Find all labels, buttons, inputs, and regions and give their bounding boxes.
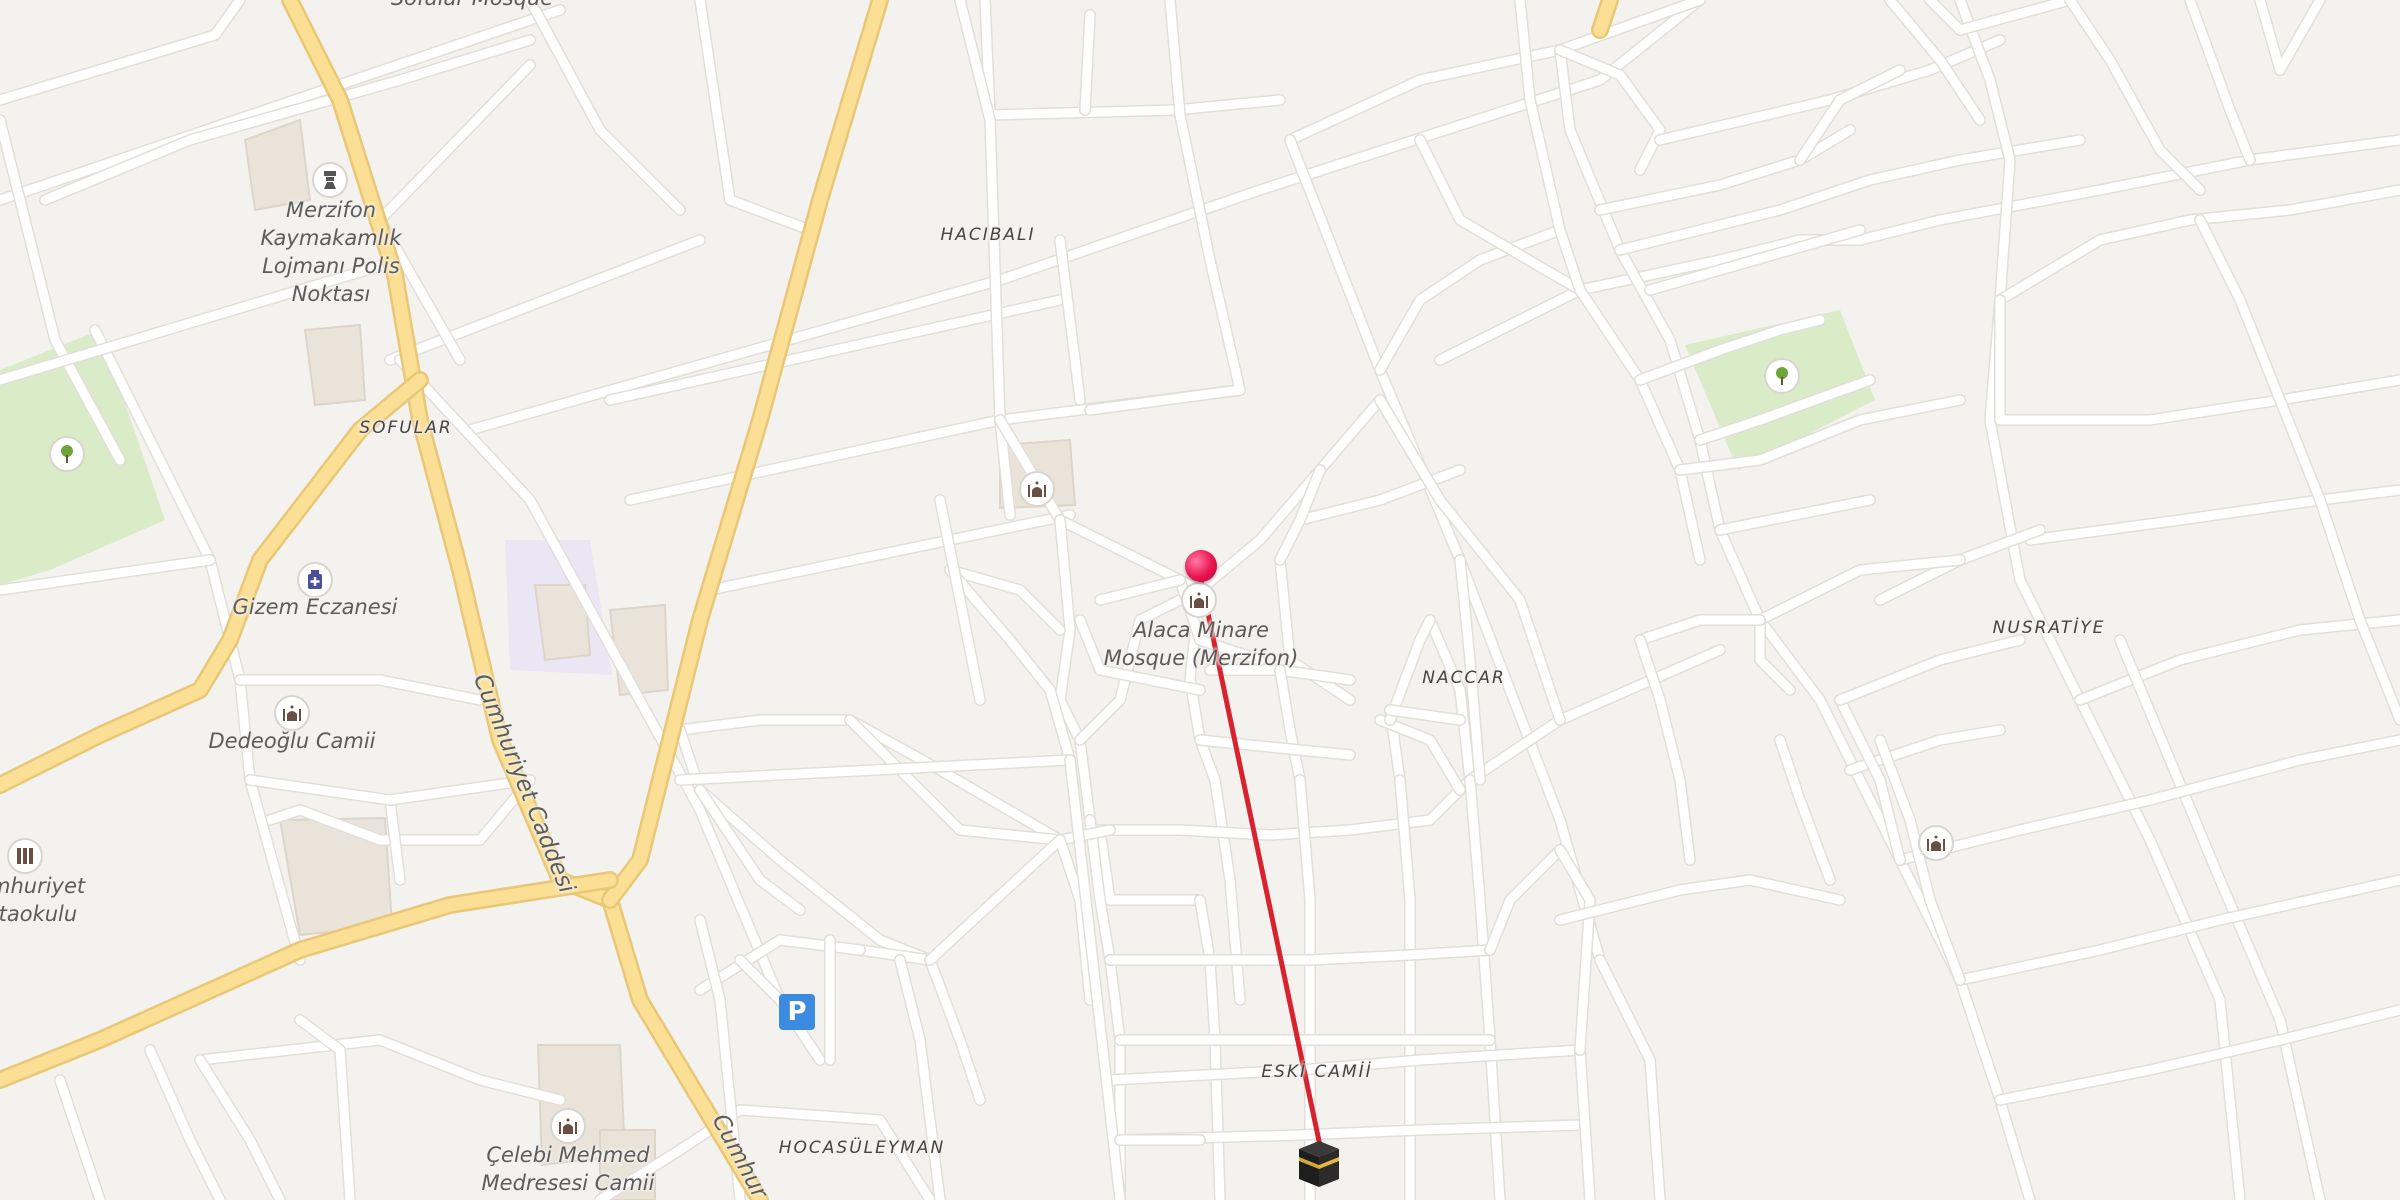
kaaba-icon[interactable]: [1293, 1137, 1345, 1189]
area-label-hacibali: HACIBALI: [940, 225, 1036, 245]
mosque-icon[interactable]: [1918, 825, 1954, 861]
poi-label-alaca-minare-mosque[interactable]: Alaca Minare Mosque (Merzifon): [1104, 616, 1299, 672]
tree-icon[interactable]: [1764, 358, 1800, 394]
area-label-naccar: NACCAR: [1422, 668, 1506, 688]
poi-label-merzifon-kaymakamlik[interactable]: Merzifon Kaymakamlık Lojmanı Polis Nokta…: [261, 196, 402, 308]
poi-label-celebi-mehmed[interactable]: Çelebi Mehmed Medresesi Camii: [482, 1141, 655, 1197]
school-icon[interactable]: [7, 838, 43, 874]
area-label-hocasuleyman: HOCASÜLEYMAN: [778, 1138, 946, 1158]
mosque-icon[interactable]: [1181, 582, 1217, 618]
mosque-icon[interactable]: [550, 1108, 586, 1144]
mosque-icon[interactable]: [274, 695, 310, 731]
area-label-nusratiye: NUSRATİYE: [1992, 618, 2106, 638]
parking-icon[interactable]: P: [779, 994, 815, 1030]
location-pin-icon[interactable]: [1185, 550, 1217, 582]
area-label-sofular: SOFULAR: [359, 418, 453, 438]
poi-label-dedeoglu-camii[interactable]: Dedeoğlu Camii: [209, 727, 376, 755]
poi-label-cumhuriyet-ortaokulu[interactable]: mhuriyet rtaokulu: [0, 872, 85, 928]
police-icon[interactable]: [312, 162, 348, 198]
mosque-icon[interactable]: [1019, 471, 1055, 507]
building: [303, 323, 367, 407]
area-label-eski-camii: ESKİ CAMİİ: [1261, 1062, 1373, 1082]
map-canvas[interactable]: P Sofular Mosque Merzifon Kaymakamlık Lo…: [0, 0, 2400, 1200]
tree-icon[interactable]: [49, 436, 85, 472]
poi-label-sofular-mosque[interactable]: Sofular Mosque: [391, 0, 553, 12]
poi-label-gizem-eczanesi[interactable]: Gizem Eczanesi: [233, 593, 398, 621]
